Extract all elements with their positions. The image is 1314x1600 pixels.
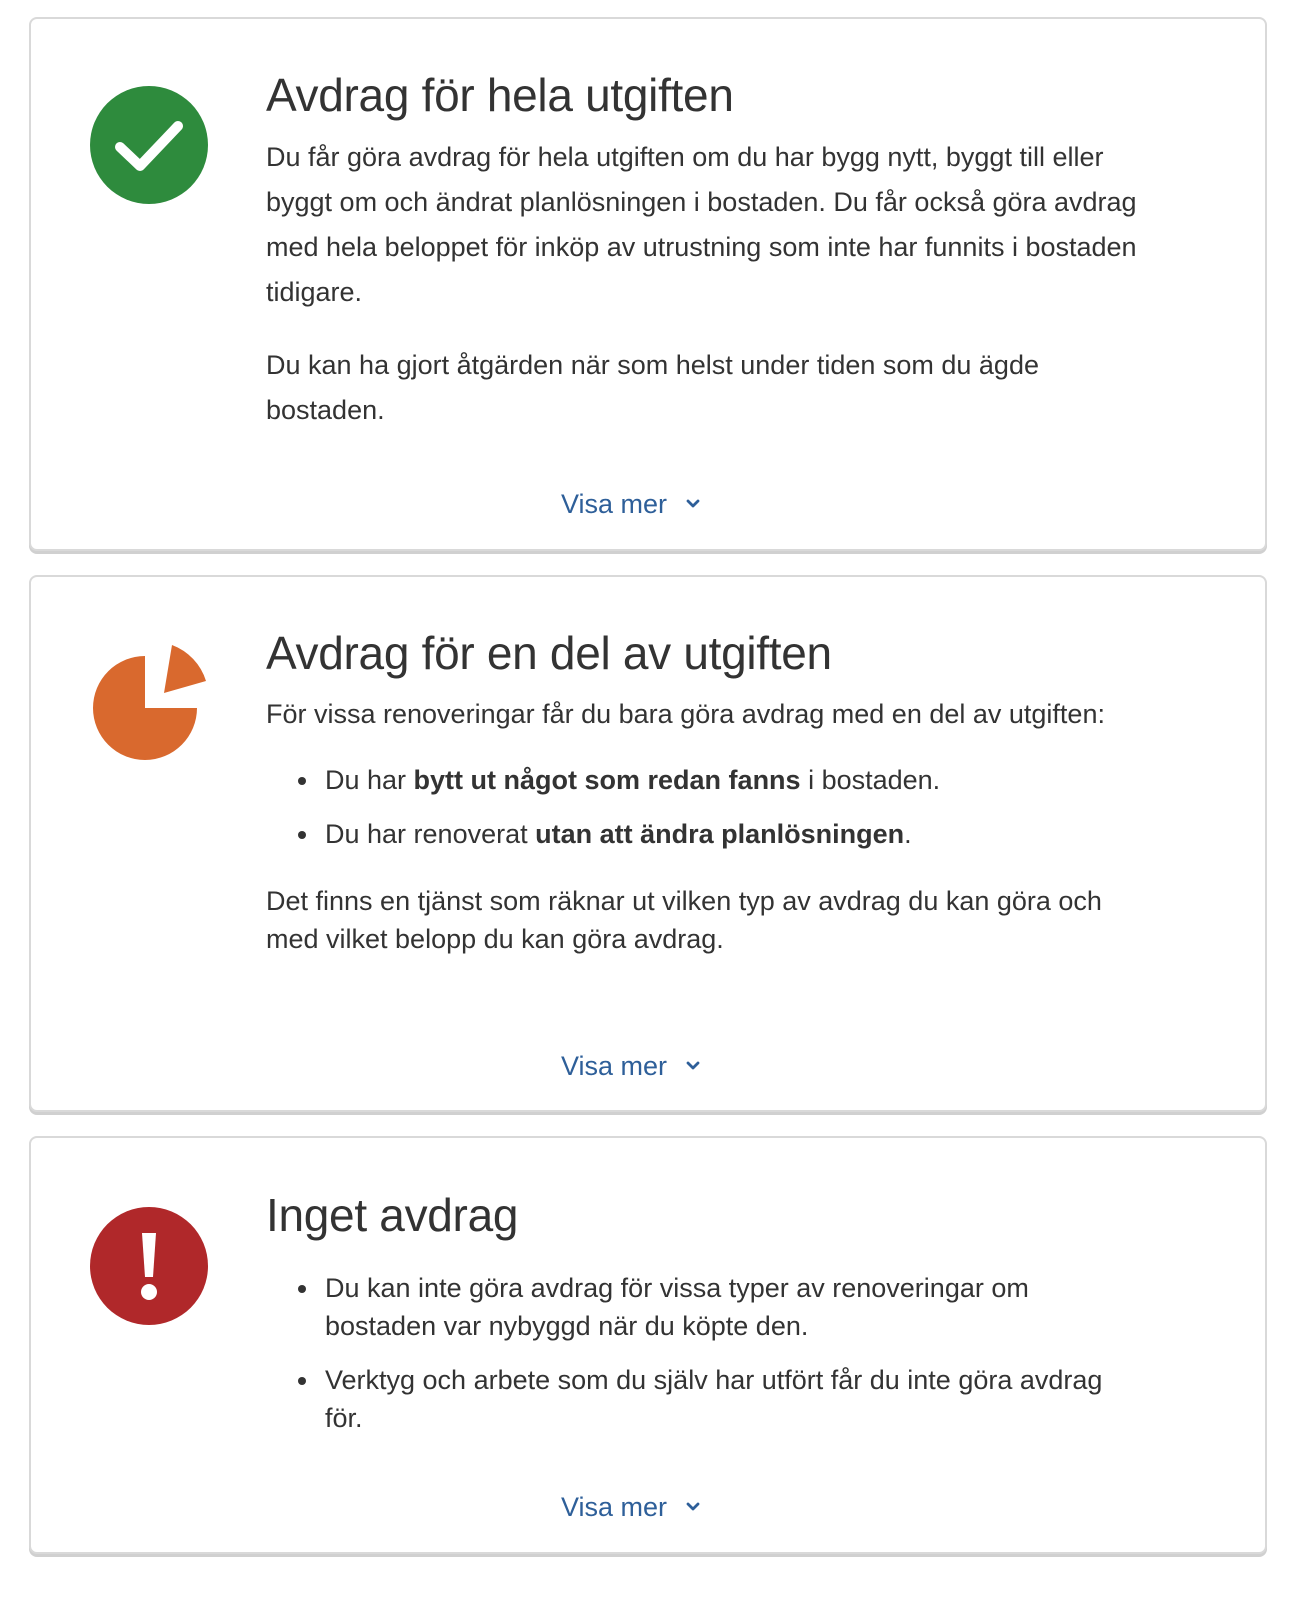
card-paragraph: Du kan ha gjort åtgärden när som helst u… <box>266 350 1039 425</box>
bullet-dot <box>298 1377 306 1385</box>
show-more-label: Visa mer <box>561 1491 668 1522</box>
list-item: Du har renoverat utan att ändra planlösn… <box>266 815 1146 853</box>
show-more-label: Visa mer <box>561 1050 668 1081</box>
card-intro: För vissa renoveringar får du bara göra … <box>266 699 1105 729</box>
card-no-deduction: Inget avdrag Du kan inte göra avdrag för… <box>29 1136 1267 1554</box>
pie-chart-icon <box>90 645 208 763</box>
exclamation-circle-icon <box>90 1207 208 1325</box>
card-title: Inget avdrag <box>266 1189 519 1241</box>
bullet-dot <box>298 831 306 839</box>
check-circle-icon <box>90 86 208 204</box>
card-full-deduction: Avdrag för hela utgiften Du får göra avd… <box>29 17 1267 551</box>
show-more-label: Visa mer <box>561 488 668 519</box>
chevron-down-icon <box>685 1501 701 1513</box>
list-item: Du kan inte göra avdrag för vissa typer … <box>266 1269 1146 1345</box>
card-outro: Det finns en tjänst som räknar ut vilken… <box>266 886 1102 954</box>
list-item: Verktyg och arbete som du själv har utfö… <box>266 1361 1146 1437</box>
chevron-down-icon <box>685 1060 701 1072</box>
chevron-down-icon <box>685 498 701 510</box>
bullet-list: Du kan inte göra avdrag för vissa typer … <box>266 1269 1146 1437</box>
bullet-dot <box>298 777 306 785</box>
card-partial-deduction: Avdrag för en del av utgiften För vissa … <box>29 575 1267 1112</box>
list-item: Du har bytt ut något som redan fanns i b… <box>266 761 1146 799</box>
card-title: Avdrag för en del av utgiften <box>266 627 832 679</box>
show-more-button[interactable]: Visa mer <box>561 1487 741 1527</box>
show-more-button[interactable]: Visa mer <box>561 484 741 524</box>
show-more-button[interactable]: Visa mer <box>561 1046 741 1086</box>
card-paragraph: Du får göra avdrag för hela utgiften om … <box>266 142 1137 307</box>
bullet-dot <box>298 1285 306 1293</box>
bullet-list: Du har bytt ut något som redan fanns i b… <box>266 761 1146 853</box>
card-title: Avdrag för hela utgiften <box>266 69 734 121</box>
